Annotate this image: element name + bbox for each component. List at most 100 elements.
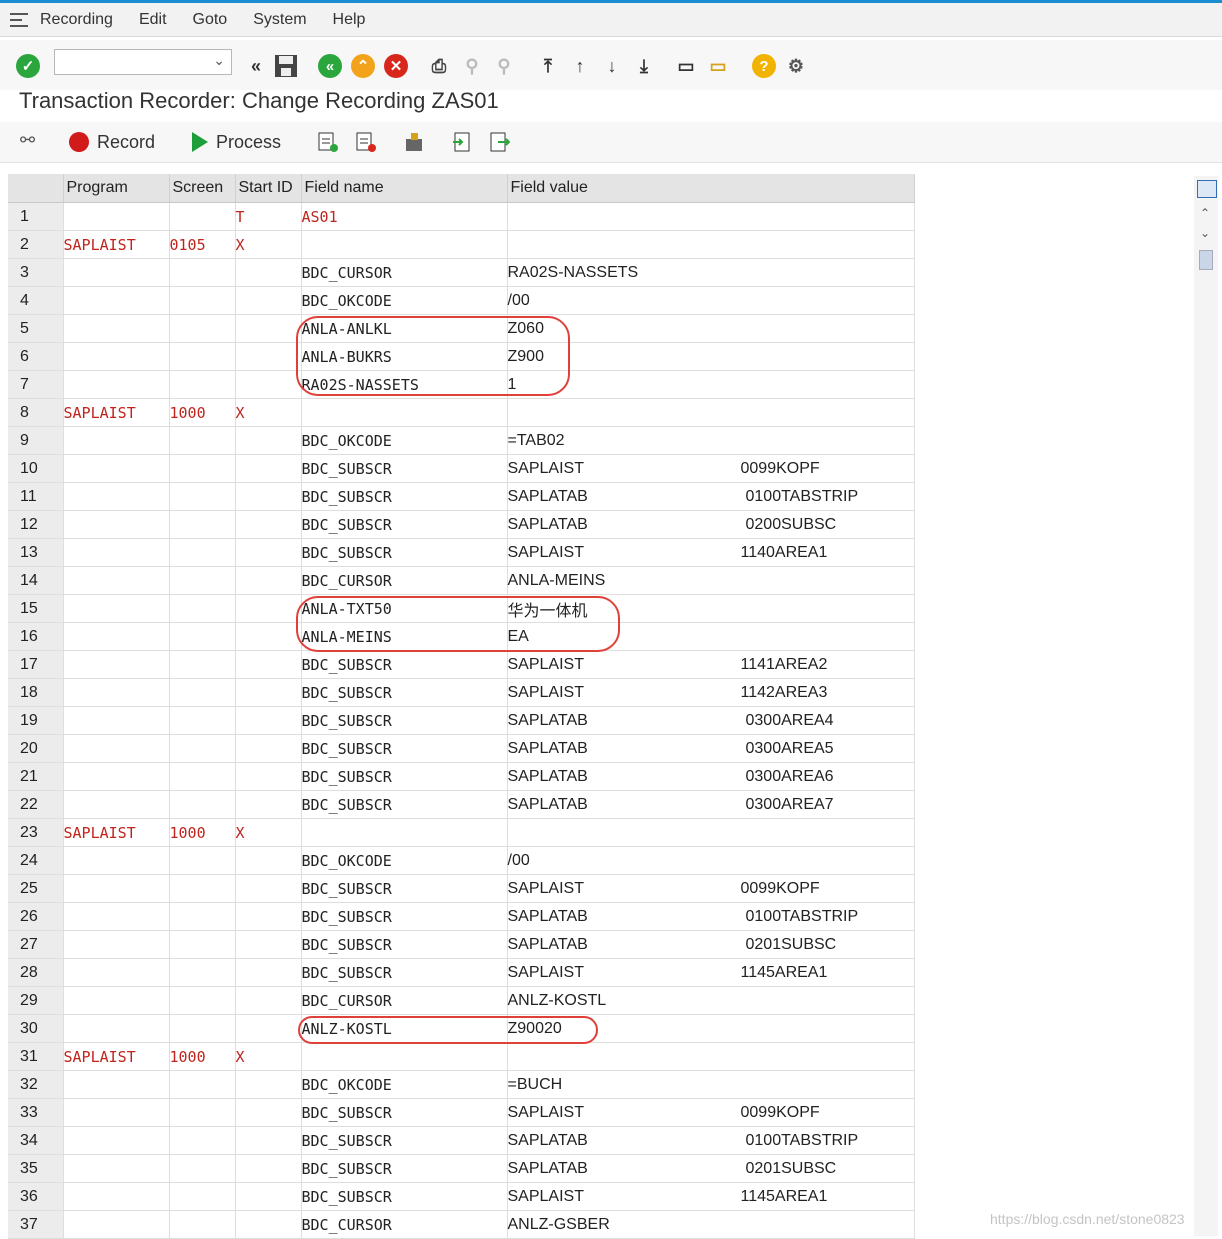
exit-button[interactable]: ⌃ [349,52,377,80]
column-header-5[interactable]: Field value [507,174,915,203]
table-row[interactable]: 14 BDC_CURSOR ANLA-MEINS [8,566,915,595]
field-value-cell: SAPLAIST 1140AREA1 [507,538,915,567]
table-row[interactable]: 24 BDC_OKCODE/00 [8,846,915,875]
screen-cell: 0105 [169,230,236,259]
back-button[interactable]: « [316,52,344,80]
help-icon: ? [752,54,776,78]
table-row[interactable]: 12 BDC_SUBSCR SAPLATAB 0200SUBSC [8,510,915,539]
save-button[interactable] [272,52,300,80]
table-row[interactable]: 20 BDC_SUBSCR SAPLATAB 0300AREA5 [8,734,915,763]
table-settings-icon[interactable] [1197,180,1217,198]
field-value-subscreen: 0099KOPF [740,460,820,477]
next-page-icon[interactable]: ↓ [598,52,626,80]
program-cell [63,1154,170,1183]
column-header-4[interactable]: Field name [301,174,508,203]
table-row[interactable]: 21 BDC_SUBSCR SAPLATAB 0300AREA6 [8,762,915,791]
column-header-0[interactable] [8,174,64,203]
table-row[interactable]: 8 SAPLAIST 1000 X [8,398,915,427]
table-row[interactable]: 19 BDC_SUBSCR SAPLATAB 0300AREA4 [8,706,915,735]
table-row[interactable]: 10 BDC_SUBSCR SAPLAIST 0099KOPF [8,454,915,483]
record-button-label[interactable]: Record [97,132,155,153]
previous-page-icon[interactable]: ↑ [566,52,594,80]
import-icon[interactable] [452,131,472,153]
table-row[interactable]: 31 SAPLAIST 1000 X [8,1042,915,1071]
start-id-cell [235,510,302,539]
field-value-subscreen: 0300AREA4 [745,712,834,729]
field-value-cell: ANLZ-KOSTL [507,986,915,1015]
program-cell [63,454,170,483]
table-row[interactable]: 22 BDC_SUBSCR SAPLATAB 0300AREA7 [8,790,915,819]
field-name-cell: BDC_SUBSCR [301,482,508,511]
process-play-icon[interactable] [192,132,208,152]
field-name-cell: BDC_SUBSCR [301,538,508,567]
column-header-1[interactable]: Program [63,174,170,203]
table-row[interactable]: 2 SAPLAIST 0105 X [8,230,915,259]
screen-cell [169,706,236,735]
table-row[interactable]: 27 BDC_SUBSCR SAPLATAB 0201SUBSC [8,930,915,959]
highlight-ring-cost-center [298,1016,598,1044]
table-row[interactable]: 34 BDC_SUBSCR SAPLATAB 0100TABSTRIP [8,1126,915,1155]
command-field[interactable]: ⌄ [54,49,232,75]
row-number: 2 [8,230,64,259]
scroll-up-icon[interactable]: ⌃ [1200,206,1210,220]
program-cell [63,1098,170,1127]
settings-gear-icon[interactable]: ⚙ [782,52,810,80]
table-row[interactable]: 23 SAPLAIST 1000 X [8,818,915,847]
menu-help[interactable]: Help [333,11,366,29]
process-button-label[interactable]: Process [216,132,281,153]
chevron-down-icon[interactable]: ⌄ [213,52,225,69]
table-row[interactable]: 32 BDC_OKCODE =BUCH [8,1070,915,1099]
table-row[interactable]: 35 BDC_SUBSCR SAPLATAB 0201SUBSC [8,1154,915,1183]
field-name-cell [301,818,508,847]
program-cell [63,538,170,567]
shortcut-icon[interactable]: ▭ [704,52,732,80]
table-row[interactable]: 18 BDC_SUBSCR SAPLAIST 1142AREA3 [8,678,915,707]
field-value-cell: ANLZ-GSBER [507,1210,915,1239]
new-session-icon[interactable]: ▭ [672,52,700,80]
start-id-cell: X [235,1042,302,1071]
delete-line-icon[interactable] [356,131,376,153]
help-button[interactable]: ? [750,52,778,80]
display-glasses-icon[interactable]: ⚯ [20,130,35,151]
table-row[interactable]: 25 BDC_SUBSCR SAPLAIST 0099KOPF [8,874,915,903]
menu-recording[interactable]: Recording [40,11,113,29]
application-toolbar: ⚯ Record Process [0,122,1222,163]
column-header-2[interactable]: Screen [169,174,236,203]
column-header-3[interactable]: Start ID [235,174,302,203]
table-row[interactable]: 37 BDC_CURSOR ANLZ-GSBER [8,1210,915,1239]
find-next-icon: ⚲ [497,55,511,76]
table-row[interactable]: 1 T AS01 [8,202,915,231]
export-icon[interactable] [490,131,510,153]
program-cell [63,510,170,539]
table-row[interactable]: 3 BDC_CURSOR RA02S-NASSETS [8,258,915,287]
table-row[interactable]: 28 BDC_SUBSCR SAPLAIST 1145AREA1 [8,958,915,987]
table-row[interactable]: 9 BDC_OKCODE =TAB02 [8,426,915,455]
back-double-arrow-icon[interactable]: « [242,52,270,80]
field-value-cell: /00 [507,286,915,315]
scroll-thumb[interactable] [1199,250,1213,270]
screen-cell [169,622,236,651]
enter-button[interactable]: ✓ [14,52,42,80]
menu-goto[interactable]: Goto [193,11,228,29]
table-row[interactable]: 11 BDC_SUBSCR SAPLATAB 0100TABSTRIP [8,482,915,511]
first-page-icon[interactable]: ⤒ [534,52,562,80]
scroll-down-icon[interactable]: ⌄ [1200,226,1210,240]
last-page-icon[interactable]: ⤓ [630,52,658,80]
menu-system[interactable]: System [253,11,306,29]
table-row[interactable]: 36 BDC_SUBSCR SAPLAIST 1145AREA1 [8,1182,915,1211]
cancel-button[interactable]: ✕ [382,52,410,80]
vertical-scrollbar[interactable]: ⌃ ⌄ [1194,176,1218,1236]
menu-edit[interactable]: Edit [139,11,167,29]
record-icon[interactable] [69,132,89,152]
print-icon[interactable]: ⎙ [425,52,453,80]
table-row[interactable]: 13 BDC_SUBSCR SAPLAIST 1140AREA1 [8,538,915,567]
table-row[interactable]: 26 BDC_SUBSCR SAPLATAB 0100TABSTRIP [8,902,915,931]
row-number: 18 [8,678,64,707]
insert-line-icon[interactable] [318,131,338,153]
menu-list-icon[interactable] [10,12,28,27]
table-row[interactable]: 4 BDC_OKCODE/00 [8,286,915,315]
table-row[interactable]: 29 BDC_CURSOR ANLZ-KOSTL [8,986,915,1015]
table-row[interactable]: 17 BDC_SUBSCR SAPLAIST 1141AREA2 [8,650,915,679]
table-row[interactable]: 33 BDC_SUBSCR SAPLAIST 0099KOPF [8,1098,915,1127]
screen-icon[interactable] [404,131,424,153]
